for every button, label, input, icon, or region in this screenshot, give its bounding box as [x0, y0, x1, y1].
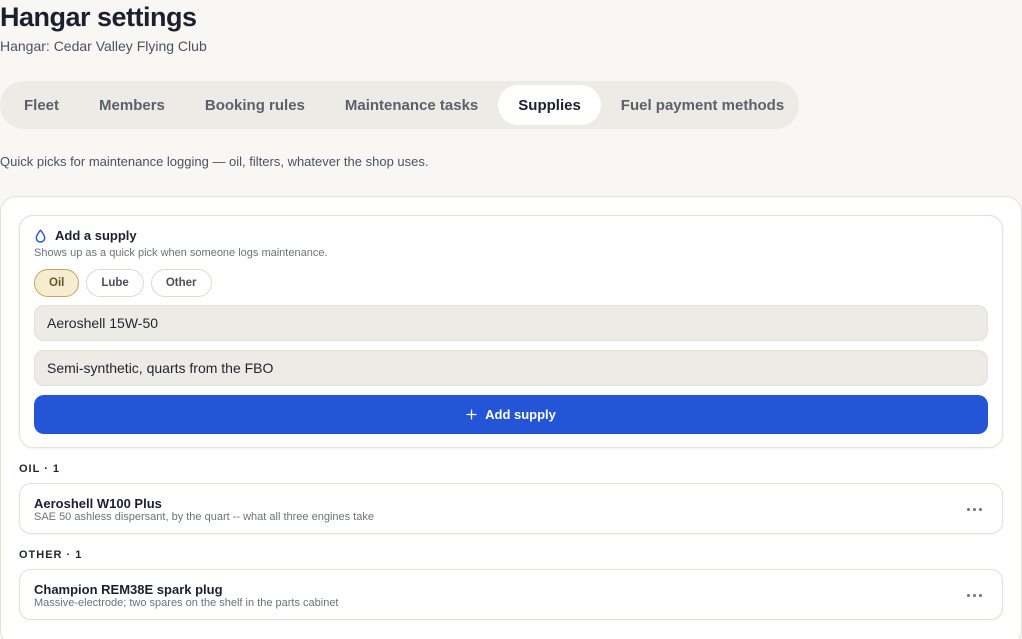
category-chip-oil[interactable]: Oil	[34, 269, 80, 297]
category-chips: Oil Lube Other	[34, 269, 212, 297]
add-supply-title: Add a supply	[55, 228, 137, 243]
tab-fleet[interactable]: Fleet	[4, 85, 79, 125]
more-options-icon[interactable]	[962, 497, 986, 521]
add-supply-button-label: Add supply	[485, 407, 556, 422]
settings-tabs: Fleet Members Booking rules Maintenance …	[0, 81, 799, 129]
tab-maintenance-tasks[interactable]: Maintenance tasks	[325, 85, 498, 125]
supply-item-name: Champion REM38E spark plug	[34, 582, 223, 597]
supply-item-name: Aeroshell W100 Plus	[34, 496, 162, 511]
tab-members[interactable]: Members	[79, 85, 185, 125]
droplet-icon	[34, 229, 47, 243]
section-label-other: OTHER · 1	[19, 549, 83, 561]
add-supply-button[interactable]: Add supply	[34, 395, 988, 434]
tab-fuel-payment-methods[interactable]: Fuel payment methods	[601, 85, 804, 125]
supply-item: Aeroshell W100 Plus SAE 50 ashless dispe…	[19, 483, 1003, 534]
supply-item: Champion REM38E spark plug Massive-elect…	[19, 569, 1003, 620]
tab-supplies[interactable]: Supplies	[498, 85, 601, 125]
page-subtitle: Hangar: Cedar Valley Flying Club	[0, 38, 207, 54]
category-chip-lube[interactable]: Lube	[86, 269, 144, 297]
page-title: Hangar settings	[0, 2, 197, 32]
tab-booking-rules[interactable]: Booking rules	[185, 85, 325, 125]
add-supply-header: Add a supply	[34, 228, 137, 243]
supply-notes-input[interactable]	[34, 350, 988, 386]
supply-name-input[interactable]	[34, 305, 988, 341]
more-options-icon[interactable]	[962, 583, 986, 607]
section-label-oil: OIL · 1	[19, 463, 61, 475]
plus-icon	[466, 409, 477, 420]
category-chip-other[interactable]: Other	[150, 269, 212, 297]
supply-item-description: Massive-electrode; two spares on the she…	[34, 597, 339, 609]
add-supply-hint: Shows up as a quick pick when someone lo…	[34, 247, 328, 259]
tab-description: Quick picks for maintenance logging — oi…	[0, 154, 429, 169]
supply-item-description: SAE 50 ashless dispersant, by the quart …	[34, 511, 374, 523]
